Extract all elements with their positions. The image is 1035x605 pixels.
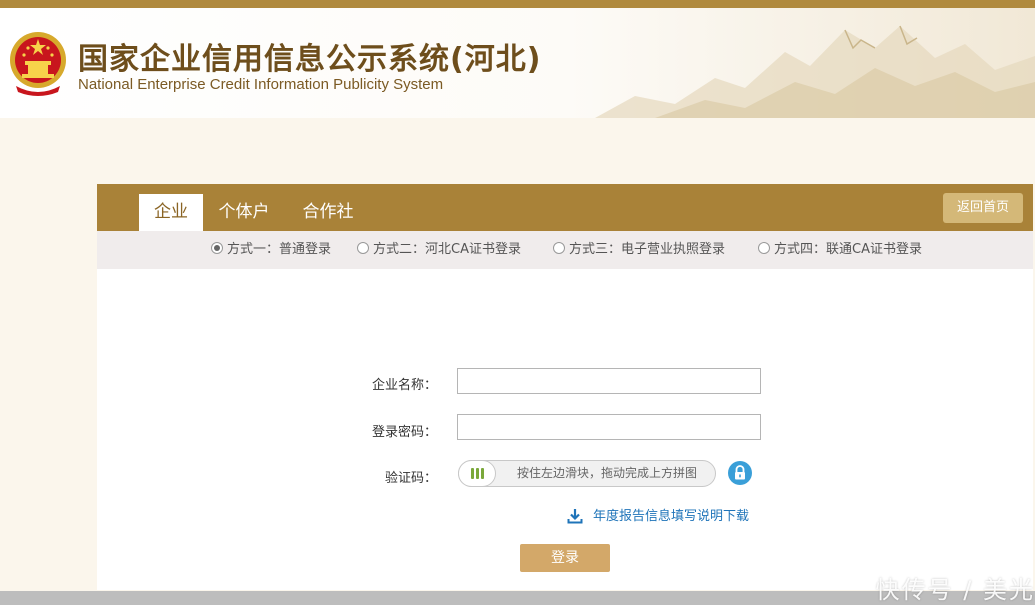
- download-link-text[interactable]: 年度报告信息填写说明下载: [593, 508, 749, 525]
- company-name-label: 企业名称：: [371, 378, 437, 393]
- login-method-hebei-ca[interactable]: 方式二：河北CA证书登录: [357, 231, 521, 269]
- login-method-unicom-ca[interactable]: 方式四：联通CA证书登录: [758, 231, 922, 269]
- login-method-label: 方式三：电子营业执照登录: [569, 242, 726, 257]
- radio-icon[interactable]: [357, 242, 369, 254]
- top-gold-strip: [0, 0, 1035, 8]
- login-method-label: 方式一：普通登录: [227, 242, 332, 257]
- download-icon: [567, 509, 583, 524]
- password-label: 登录密码：: [371, 425, 437, 440]
- lock-icon: [728, 461, 752, 485]
- radio-icon[interactable]: [758, 242, 770, 254]
- radio-icon[interactable]: [211, 242, 223, 254]
- login-method-label: 方式二：河北CA证书登录: [373, 242, 521, 257]
- login-method-e-license[interactable]: 方式三：电子营业执照登录: [553, 231, 725, 269]
- captcha-slider-hint: 按住左边滑块，拖动完成上方拼图: [517, 466, 698, 480]
- mountain-landscape-decoration: [595, 25, 1035, 118]
- national-emblem-icon: [10, 32, 66, 96]
- password-input[interactable]: [457, 414, 761, 440]
- site-subtitle: National Enterprise Credit Information P…: [78, 76, 444, 93]
- site-header: 国家企业信用信息公示系统(河北) National Enterprise Cre…: [0, 8, 1035, 118]
- login-panel-header: 企业 个体户 合作社 返回首页: [97, 184, 1033, 231]
- login-panel: 企业 个体户 合作社 返回首页 方式一：普通登录 方式二：河北CA证书登录 方式…: [97, 184, 1033, 590]
- radio-icon[interactable]: [553, 242, 565, 254]
- watermark-text: 快传号 / 美光: [875, 576, 1035, 604]
- login-button[interactable]: 登录: [520, 544, 610, 572]
- back-home-button[interactable]: 返回首页: [943, 193, 1023, 223]
- captcha-label: 验证码：: [384, 471, 437, 486]
- login-method-normal[interactable]: 方式一：普通登录: [211, 231, 331, 269]
- tab-cooperative[interactable]: 合作社: [293, 194, 363, 231]
- login-method-bar: 方式一：普通登录 方式二：河北CA证书登录 方式三：电子营业执照登录 方式四：联…: [97, 231, 1033, 269]
- tab-enterprise[interactable]: 企业: [139, 194, 203, 231]
- tab-individual[interactable]: 个体户: [209, 194, 279, 231]
- login-method-label: 方式四：联通CA证书登录: [774, 242, 922, 257]
- company-name-input[interactable]: [457, 368, 761, 394]
- captcha-slider-handle[interactable]: [458, 460, 496, 487]
- captcha-slider-track[interactable]: 按住左边滑块，拖动完成上方拼图: [458, 460, 716, 487]
- site-title: 国家企业信用信息公示系统(河北): [78, 42, 542, 77]
